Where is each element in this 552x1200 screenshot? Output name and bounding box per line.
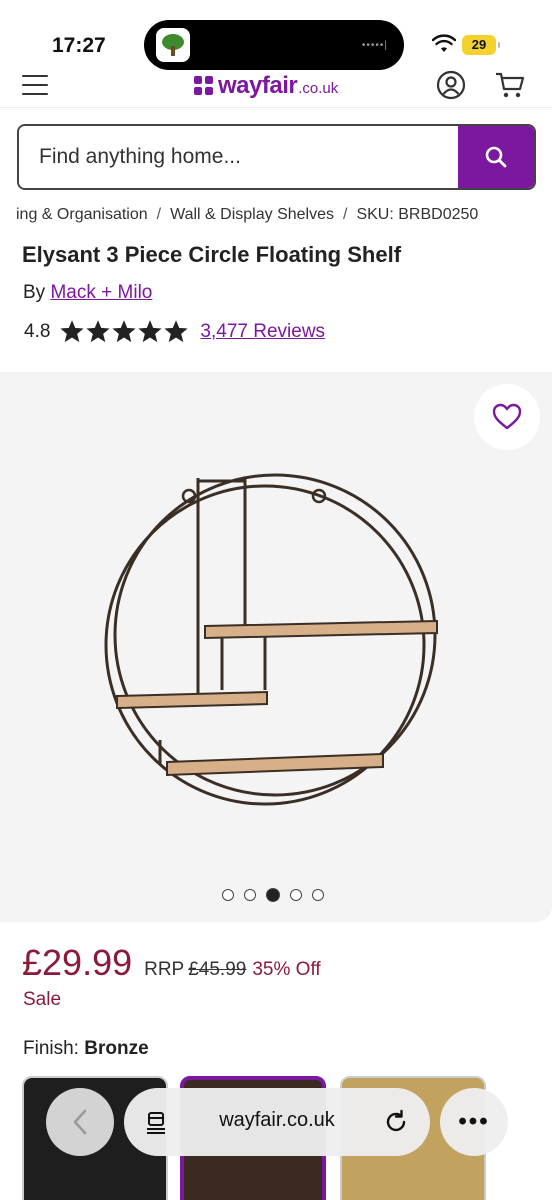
finish-label: Finish:	[23, 1038, 79, 1059]
was-price: £45.99	[188, 959, 247, 980]
gallery-dot[interactable]	[312, 889, 324, 901]
star-icon	[112, 320, 136, 343]
finish-value: Bronze	[84, 1038, 149, 1059]
search-bar	[17, 124, 536, 190]
search-icon	[485, 146, 507, 168]
rrp-label: RRP	[144, 959, 185, 980]
battery-icon: 29	[462, 35, 500, 55]
star-icon	[164, 320, 188, 343]
breadcrumb: ing & Organisation / Wall & Display Shelve…	[16, 206, 479, 223]
reviews-link[interactable]: 3,477 Reviews	[200, 321, 325, 343]
star-icon	[60, 320, 84, 343]
gallery-dot[interactable]	[222, 889, 234, 901]
logo-word: wayfair	[218, 72, 298, 99]
wifi-icon	[432, 34, 456, 52]
gallery-dot[interactable]	[266, 888, 280, 902]
site-header: wayfair .co.uk	[0, 64, 552, 108]
status-time: 17:27	[52, 34, 106, 57]
favorite-button[interactable]	[474, 384, 540, 450]
breadcrumb-item[interactable]: ing & Organisation	[16, 206, 148, 223]
brand-link[interactable]: Mack + Milo	[50, 282, 152, 303]
gallery-dot[interactable]	[290, 889, 302, 901]
browser-toolbar: wayfair.co.uk •••	[0, 1070, 552, 1200]
rating-value: 4.8	[24, 321, 51, 342]
product-image	[104, 473, 438, 806]
cart-icon[interactable]	[494, 70, 526, 100]
chevron-left-icon	[73, 1109, 87, 1135]
breadcrumb-item[interactable]: Wall & Display Shelves	[170, 206, 334, 223]
logo-mark-icon	[194, 76, 214, 96]
wayfair-logo[interactable]: wayfair .co.uk	[194, 72, 339, 99]
back-button[interactable]	[46, 1088, 114, 1156]
gallery-pagination	[222, 888, 334, 902]
menu-icon[interactable]	[22, 75, 48, 95]
star-icon	[86, 320, 110, 343]
discount-label: 35% Off	[252, 959, 321, 980]
star-icon	[138, 320, 162, 343]
island-activity-icon: •••••|	[361, 40, 388, 51]
search-input[interactable]	[19, 126, 461, 188]
gallery-dot[interactable]	[244, 889, 256, 901]
product-gallery[interactable]	[0, 372, 552, 922]
dynamic-island: •••••|	[144, 20, 404, 70]
brand-line: By Mack + Milo	[23, 282, 152, 304]
account-icon[interactable]	[436, 70, 466, 100]
status-bar: 17:27 •••••| 29	[0, 0, 552, 70]
app-thumbnail-icon	[156, 28, 190, 62]
sale-label: Sale	[23, 989, 62, 1010]
brand-prefix: By	[23, 282, 46, 303]
star-rating	[60, 320, 190, 344]
logo-tld: .co.uk	[298, 80, 339, 97]
address-bar[interactable]: wayfair.co.uk	[124, 1088, 430, 1156]
heart-icon	[492, 403, 522, 430]
search-button[interactable]	[458, 126, 534, 188]
reload-icon[interactable]	[382, 1108, 410, 1136]
price-row: £29.99 RRP £45.99 35% Off	[22, 942, 321, 984]
finish-line: Finish: Bronze	[23, 1038, 149, 1060]
more-options-button[interactable]: •••	[440, 1088, 508, 1156]
breadcrumb-sku: SKU: BRBD0250	[356, 206, 479, 223]
sale-price: £29.99	[22, 942, 133, 983]
rating-row: 4.8 3,477 Reviews	[24, 320, 325, 344]
product-title: Elysant 3 Piece Circle Floating Shelf	[22, 242, 402, 267]
